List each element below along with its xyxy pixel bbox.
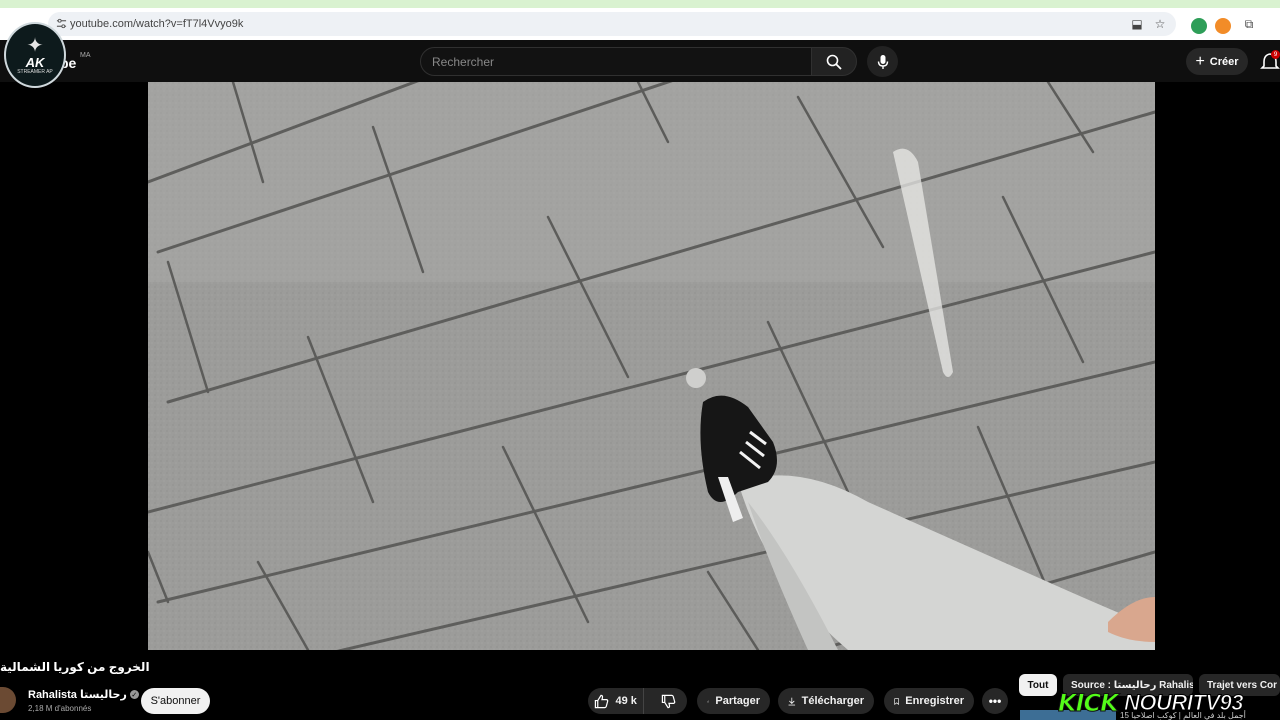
download-label: Télécharger	[801, 695, 864, 707]
kick-logo-text: KICK	[1058, 689, 1119, 718]
more-actions-button[interactable]: •••	[982, 688, 1008, 714]
subscriber-count: 2,18 M d'abonnés	[28, 704, 92, 713]
verified-check-icon: ✓	[129, 690, 139, 699]
subscribe-button[interactable]: S'abonner	[141, 688, 210, 714]
address-bar[interactable]: youtube.com/watch?v=fT7l4Vvyo9k ⬓ ☆	[48, 12, 1176, 36]
site-info-icon[interactable]	[56, 18, 67, 29]
search-button[interactable]	[811, 47, 857, 76]
dislike-button[interactable]	[650, 688, 687, 714]
thumbs-up-icon	[595, 694, 609, 708]
save-button[interactable]: Enregistrer	[884, 688, 974, 714]
url-text[interactable]: youtube.com/watch?v=fT7l4Vvyo9k	[70, 18, 243, 30]
browser-top-strip	[0, 0, 1280, 8]
browser-toolbar: youtube.com/watch?v=fT7l4Vvyo9k ⬓ ☆ ⧉	[0, 8, 1280, 40]
notifications-badge: 9	[1271, 50, 1280, 59]
thumbs-down-icon	[661, 694, 676, 708]
like-dislike-group: 49 k	[588, 688, 687, 714]
plus-icon: +	[1195, 52, 1205, 70]
eagle-icon: ✦	[26, 34, 44, 57]
logo-subtext: STREAMER AP	[17, 68, 53, 75]
logo-text: AK	[25, 54, 45, 70]
bookmark-star-icon[interactable]: ☆	[1153, 17, 1167, 31]
video-player[interactable]	[148, 82, 1155, 650]
extension-green-icon[interactable]	[1191, 18, 1207, 34]
share-arrow-icon	[707, 699, 710, 703]
channel-avatar[interactable]	[0, 687, 16, 713]
extensions-puzzle-icon[interactable]: ⧉	[1242, 17, 1256, 31]
video-title: الخروج من كوريا الشمالية !! KP	[0, 660, 150, 674]
search-placeholder: Rechercher	[432, 54, 495, 69]
like-button[interactable]: 49 k	[588, 688, 645, 714]
video-frame	[148, 82, 1155, 650]
download-icon	[788, 697, 796, 705]
voice-search-button[interactable]	[867, 46, 898, 77]
search-input[interactable]: Rechercher	[420, 47, 812, 76]
channel-name-text[interactable]: Rahalista رحاليستا	[28, 688, 127, 701]
share-label: Partager	[715, 695, 760, 707]
save-label: Enregistrer	[905, 695, 964, 707]
search-icon	[826, 54, 842, 70]
streamer-logo-badge: ✦ AK STREAMER AP	[4, 22, 66, 88]
extension-orange-icon[interactable]	[1215, 18, 1231, 34]
streamer-username: NOURITV93	[1124, 690, 1244, 716]
channel-name[interactable]: Rahalista رحاليستا ✓	[28, 688, 139, 701]
install-app-icon[interactable]: ⬓	[1130, 17, 1144, 31]
microphone-icon	[877, 54, 888, 69]
create-label: Créer	[1209, 55, 1239, 68]
create-button[interactable]: + Créer	[1186, 48, 1248, 75]
like-count: 49 k	[615, 695, 637, 707]
chip-all[interactable]: Tout	[1019, 674, 1057, 696]
bookmark-icon	[894, 697, 899, 705]
region-code: MA	[80, 52, 91, 59]
share-button[interactable]: Partager	[697, 688, 770, 714]
download-button[interactable]: Télécharger	[778, 688, 874, 714]
kick-stream-overlay: KICK NOURITV93	[1058, 689, 1280, 720]
